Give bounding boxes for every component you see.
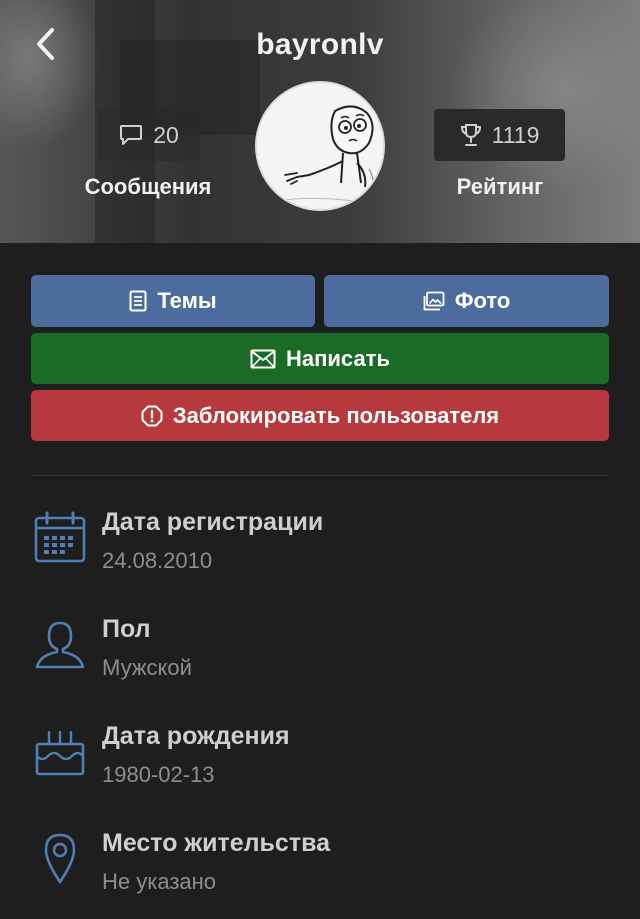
info-row-location: Место жительства Не указано: [0, 829, 640, 919]
birthday-cake-icon: [35, 730, 85, 776]
info-title: Дата рождения: [102, 722, 290, 750]
info-title: Дата регистрации: [102, 508, 324, 536]
info-title: Пол: [102, 615, 151, 643]
photos-button-label: Фото: [454, 288, 511, 313]
calendar-icon: [34, 511, 86, 563]
profile-header: bayronlv 20 Сообщения 1119 Рейтинг: [0, 0, 640, 243]
info-title: Место жительства: [102, 829, 331, 857]
messages-count-box[interactable]: 20: [98, 109, 200, 161]
document-list-icon: [129, 290, 147, 312]
info-value: 1980-02-13: [102, 762, 215, 787]
topics-button[interactable]: Темы: [31, 275, 315, 327]
location-pin-icon: [44, 833, 76, 884]
write-message-button[interactable]: Написать: [31, 333, 609, 384]
rating-box[interactable]: 1119: [434, 109, 565, 161]
divider: [31, 475, 609, 476]
info-value: Мужской: [102, 655, 192, 680]
rating-value: 1119: [491, 121, 540, 148]
photo-gallery-icon: [423, 291, 445, 311]
trophy-icon: [460, 124, 481, 146]
topics-button-label: Темы: [157, 288, 217, 313]
envelope-icon: [250, 349, 276, 368]
info-row-registration-date: Дата регистрации 24.08.2010: [0, 508, 640, 598]
person-icon: [35, 621, 85, 669]
info-value: Не указано: [102, 869, 217, 894]
avatar-drawing: [257, 83, 383, 209]
block-user-button-label: Заблокировать пользователя: [172, 402, 500, 428]
block-user-button[interactable]: Заблокировать пользователя: [31, 390, 609, 441]
profile-username: bayronlv: [256, 28, 384, 61]
rating-label: Рейтинг: [456, 174, 544, 199]
warning-octagon-icon: [141, 405, 163, 426]
photos-button[interactable]: Фото: [324, 275, 609, 327]
avatar[interactable]: [255, 81, 385, 211]
write-message-button-label: Написать: [286, 345, 390, 371]
info-value: 24.08.2010: [102, 548, 213, 573]
messages-label: Сообщения: [84, 174, 212, 199]
speech-bubble-icon: [120, 125, 143, 145]
info-row-birth-date: Дата рождения 1980-02-13: [0, 722, 640, 812]
messages-count: 20: [153, 121, 179, 148]
info-row-gender: Пол Мужской: [0, 615, 640, 705]
